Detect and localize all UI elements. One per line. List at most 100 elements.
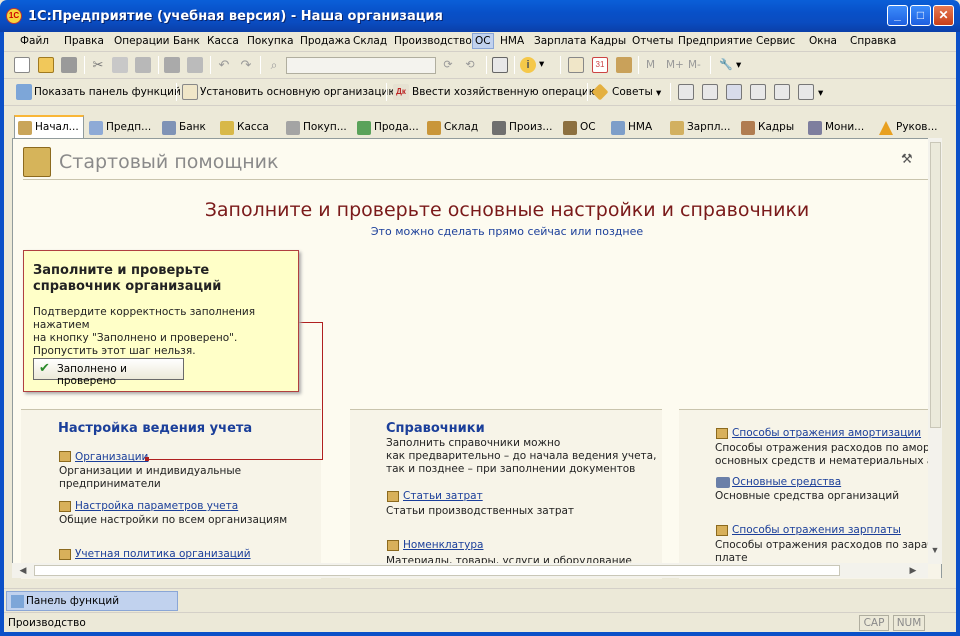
memory-minus-button[interactable]: M- <box>688 59 701 71</box>
tab-manager[interactable]: Руков... <box>876 117 942 139</box>
menu-help[interactable]: Справка <box>850 35 896 47</box>
print-preview-icon[interactable] <box>187 57 203 73</box>
set-main-org-button[interactable]: Установить основную организацию <box>200 86 397 98</box>
depreciation-methods-link[interactable]: Способы отражения амортизации <box>732 427 921 439</box>
tab-monitor[interactable]: Мони... <box>805 117 868 139</box>
cut-icon[interactable]: ✂ <box>90 57 106 73</box>
tab-start[interactable]: Начал... <box>14 115 84 139</box>
menu-service[interactable]: Сервис <box>756 35 795 47</box>
new-document-icon[interactable] <box>14 57 30 73</box>
menu-bank[interactable]: Банк <box>173 35 200 47</box>
users-icon[interactable] <box>616 57 632 73</box>
report-icon-4[interactable] <box>750 84 766 100</box>
tab-salary[interactable]: Зарпл... <box>667 117 734 139</box>
report-icon-6[interactable] <box>798 84 814 100</box>
copy-icon[interactable] <box>112 57 128 73</box>
nomenclature-link[interactable]: Номенклатура <box>403 539 483 551</box>
tab-cash[interactable]: Касса <box>217 117 273 139</box>
close-button[interactable]: ✕ <box>933 5 954 26</box>
calculator-icon[interactable] <box>568 57 584 73</box>
tab-production[interactable]: Произ... <box>489 117 556 139</box>
tips-button[interactable]: Советы <box>612 86 653 98</box>
tab-label: Мони... <box>825 121 865 133</box>
info-icon[interactable]: i <box>520 57 536 73</box>
info-dropdown-icon[interactable]: ▾ <box>539 58 544 70</box>
callout-line <box>322 322 323 459</box>
save-icon[interactable] <box>61 57 77 73</box>
accounting-params-link[interactable]: Настройка параметров учета <box>75 500 238 512</box>
maximize-button[interactable]: □ <box>910 5 931 26</box>
scroll-left-icon[interactable]: ◀ <box>16 563 30 578</box>
menu-production[interactable]: Производство <box>394 35 472 47</box>
organizations-link[interactable]: Организации <box>75 451 148 463</box>
menu-edit[interactable]: Правка <box>64 35 104 47</box>
tab-fixed-assets[interactable]: ОС <box>560 117 600 139</box>
horizontal-scroll-thumb[interactable] <box>34 565 840 576</box>
vertical-scroll-thumb[interactable] <box>930 142 941 428</box>
menu-windows[interactable]: Окна <box>809 35 837 47</box>
enter-operation-button[interactable]: Ввести хозяйственную операцию <box>412 86 598 98</box>
tab-sales[interactable]: Прода... <box>354 117 423 139</box>
memory-plus-button[interactable]: M+ <box>666 59 684 71</box>
paste-icon[interactable] <box>135 57 151 73</box>
tab-purchase[interactable]: Покуп... <box>283 117 351 139</box>
salary-desc-1: Способы отражения расходов по заработ <box>715 539 941 551</box>
search-icon[interactable]: ⌕ <box>266 57 282 73</box>
menu-intangibles[interactable]: НМА <box>500 35 524 47</box>
tab-bank[interactable]: Банк <box>159 117 210 139</box>
settings-dropdown-icon[interactable]: ▾ <box>736 59 741 71</box>
menu-salary[interactable]: Зарплата <box>534 35 586 47</box>
menu-file[interactable]: Файл <box>20 35 49 47</box>
accounting-params-desc: Общие настройки по всем организациям <box>59 514 288 526</box>
search-input[interactable] <box>286 57 436 74</box>
tab-hr[interactable]: Кадры <box>738 117 798 139</box>
tab-intangibles[interactable]: НМА <box>608 117 656 139</box>
menu-warehouse[interactable]: Склад <box>353 35 387 47</box>
scroll-down-icon[interactable]: ▼ <box>928 543 942 558</box>
menu-purchase[interactable]: Покупка <box>247 35 294 47</box>
menu-reports[interactable]: Отчеты <box>632 35 673 47</box>
reports-dropdown-icon[interactable]: ▾ <box>818 87 823 99</box>
tips-dropdown-icon[interactable]: ▾ <box>656 87 661 99</box>
redo-icon[interactable]: ↷ <box>238 57 254 73</box>
horizontal-scrollbar[interactable]: ◀ ▶ <box>12 563 928 578</box>
tab-label: Касса <box>237 121 269 133</box>
tab-enterprise[interactable]: Предп... <box>86 117 155 139</box>
functions-toolbar: Показать панель функций Установить основ… <box>4 80 956 106</box>
report-icon-1[interactable] <box>678 84 694 100</box>
menu-cash[interactable]: Касса <box>207 35 239 47</box>
settings-icon[interactable]: 🔧 <box>718 57 734 73</box>
cost-items-link[interactable]: Статьи затрат <box>403 490 483 502</box>
tab-label: НМА <box>628 121 653 133</box>
menu-sales[interactable]: Продажа <box>300 35 351 47</box>
calendar-icon[interactable]: 31 <box>592 57 608 73</box>
menu-enterprise[interactable]: Предприятие <box>678 35 752 47</box>
filled-and-checked-button[interactable]: ✔ Заполнено и проверено <box>33 358 184 387</box>
monitor-icon <box>808 121 822 135</box>
accounting-policy-link[interactable]: Учетная политика организаций <box>75 548 251 560</box>
show-panel-button[interactable]: Показать панель функций <box>34 86 181 98</box>
tab-warehouse[interactable]: Склад <box>424 117 482 139</box>
menu-operations[interactable]: Операции <box>114 35 169 47</box>
panel-icon <box>11 595 24 608</box>
find-prev-icon[interactable]: ⟲ <box>462 57 478 73</box>
fixed-assets-link[interactable]: Основные средства <box>732 476 841 488</box>
report-icon-2[interactable] <box>702 84 718 100</box>
report-icon-3[interactable] <box>726 84 742 100</box>
menu-hr[interactable]: Кадры <box>590 35 626 47</box>
scroll-right-icon[interactable]: ▶ <box>906 563 920 578</box>
memory-button[interactable]: M <box>646 59 655 71</box>
open-folder-icon[interactable] <box>38 57 54 73</box>
salary-methods-link[interactable]: Способы отражения зарплаты <box>732 524 901 536</box>
print-icon[interactable] <box>164 57 180 73</box>
status-bar: Производство CAP NUM <box>4 612 956 632</box>
tools-icon[interactable]: ⚒ <box>901 151 917 167</box>
undo-icon[interactable]: ↶ <box>216 57 232 73</box>
functions-panel-button[interactable]: Панель функций <box>6 591 178 611</box>
report-icon-5[interactable] <box>774 84 790 100</box>
menu-fixed-assets[interactable]: ОС <box>472 33 494 49</box>
minimize-button[interactable]: _ <box>887 5 908 26</box>
windows-icon[interactable] <box>492 57 508 73</box>
find-next-icon[interactable]: ⟳ <box>440 57 456 73</box>
vertical-scrollbar[interactable]: ▼ <box>928 138 942 564</box>
